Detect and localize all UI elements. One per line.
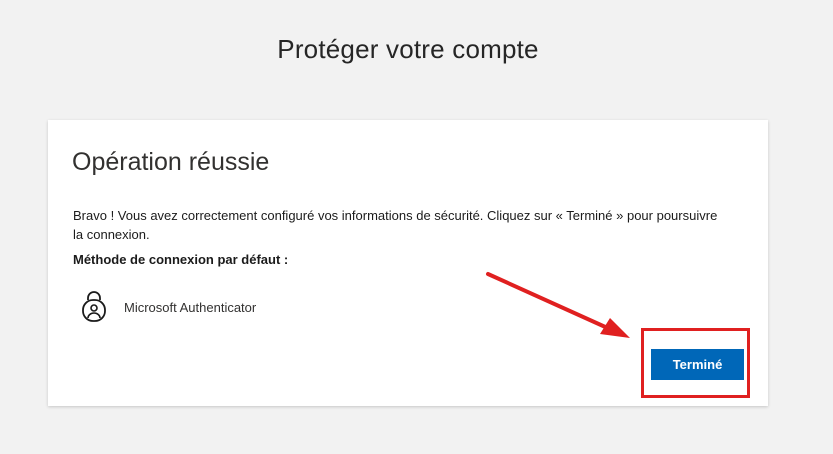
default-method-row: Microsoft Authenticator [80,290,256,324]
card-title: Opération réussie [72,148,270,176]
page-title: Protéger votre compte [277,34,539,64]
done-button[interactable]: Terminé [651,349,744,380]
success-card: Opération réussie Bravo ! Vous avez corr… [48,120,768,406]
authenticator-lock-icon [80,290,108,324]
default-method-heading: Méthode de connexion par défaut : [73,252,289,267]
page: Protéger votre compte Opération réussie … [0,0,833,454]
success-message: Bravo ! Vous avez correctement configuré… [73,208,718,242]
method-label: Microsoft Authenticator [124,299,257,315]
